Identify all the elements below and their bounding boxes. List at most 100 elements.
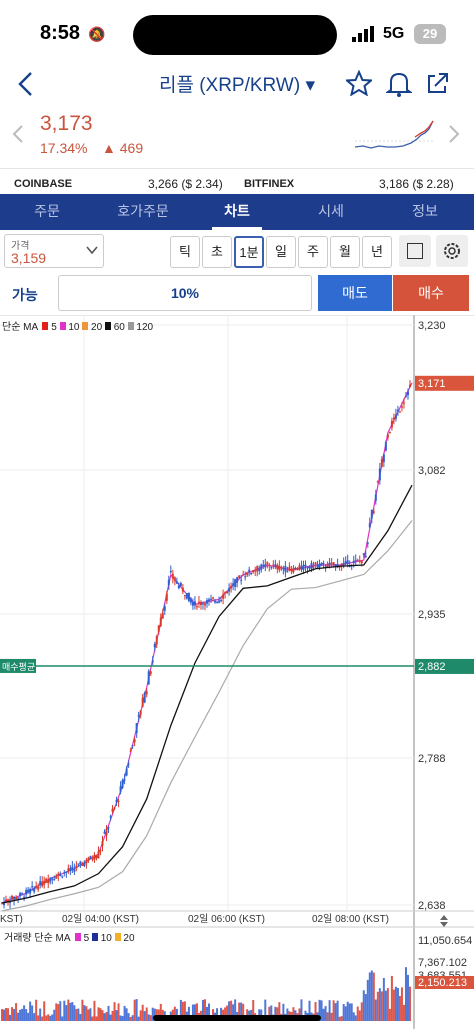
y-tick-label: 3,082 <box>418 465 446 477</box>
volume-bar <box>45 1015 48 1021</box>
square-icon <box>407 243 423 259</box>
candle-body <box>356 559 359 561</box>
ma-swatch-5 <box>42 322 49 330</box>
volume-bar <box>77 1008 80 1021</box>
volume-bar <box>57 1004 60 1021</box>
volume-bar <box>350 1003 353 1021</box>
volume-bar <box>101 1010 104 1021</box>
volume-bar <box>53 1009 56 1021</box>
current-price-label: 3,171 <box>418 378 446 390</box>
volume-bar <box>63 1000 66 1021</box>
sell-button[interactable]: 매도 <box>318 275 392 311</box>
settings-button[interactable] <box>436 235 468 267</box>
volume-bar <box>41 1016 44 1021</box>
percent-box[interactable]: 10% <box>58 275 312 311</box>
volume-bar <box>370 970 373 1021</box>
bell-icon[interactable] <box>384 70 414 103</box>
candle-body <box>354 559 357 561</box>
tab-market[interactable]: 시세 <box>306 194 356 230</box>
candle-body <box>133 739 136 743</box>
candle-body <box>408 384 411 388</box>
vol-swatch-20 <box>114 933 121 941</box>
tab-orderbook[interactable]: 호가주문 <box>108 194 178 230</box>
volume-bar <box>398 995 401 1021</box>
tab-info[interactable]: 정보 <box>400 194 450 230</box>
prev-icon[interactable] <box>12 124 24 149</box>
price-chart[interactable]: 3,230 3,082 2,935 2,788 2,638 KST) 02일 04:00 (… <box>0 314 474 1029</box>
bitfinex-value: 3,186 ($ 2.28) <box>379 177 454 191</box>
volume-bar <box>324 1006 327 1021</box>
candle-body <box>320 562 323 566</box>
candle-body <box>83 862 86 866</box>
interval-tick[interactable]: 틱 <box>170 236 200 268</box>
candle-body <box>47 879 50 884</box>
candle-body <box>398 411 401 413</box>
volume-bar <box>5 1008 8 1021</box>
candle-body <box>306 566 309 569</box>
ma-swatch-120 <box>127 322 134 330</box>
interval-second[interactable]: 초 <box>202 236 232 268</box>
tab-order[interactable]: 주문 <box>20 194 74 230</box>
candle-body <box>322 562 325 564</box>
tab-chart[interactable]: 차트 <box>212 194 262 230</box>
candle-body <box>159 617 162 626</box>
candle-body <box>55 876 58 879</box>
volume-bar <box>83 1005 86 1021</box>
candle-body <box>15 897 18 900</box>
candle-body <box>183 595 186 597</box>
next-icon[interactable] <box>448 124 460 149</box>
interval-1min[interactable]: 1분 <box>234 236 264 268</box>
candle-body <box>264 564 267 568</box>
candle-body <box>276 564 279 570</box>
coinbase-label: COINBASE <box>14 178 73 190</box>
volume-bar <box>107 1005 110 1021</box>
candle-body <box>224 592 227 594</box>
volume-bar <box>133 999 136 1021</box>
candle-body <box>109 816 112 818</box>
candle-body <box>344 561 347 564</box>
interval-day[interactable]: 일 <box>266 236 296 268</box>
candle-body <box>222 594 225 599</box>
candle-body <box>29 889 32 894</box>
candle-body <box>352 560 355 564</box>
interval-year[interactable]: 년 <box>362 236 392 268</box>
share-icon[interactable] <box>425 70 451 101</box>
volume-bar <box>131 1015 134 1021</box>
volume-bar <box>123 1005 126 1021</box>
volume-bar <box>404 967 407 1021</box>
scale-down-icon <box>440 922 448 927</box>
vol-legend-5: 5 <box>83 933 90 944</box>
available-toggle[interactable]: 가능 <box>12 285 38 305</box>
interval-week[interactable]: 주 <box>298 236 328 268</box>
fullscreen-button[interactable] <box>399 235 431 267</box>
candle-body <box>298 565 301 570</box>
candle-body <box>234 579 237 587</box>
candle-body <box>260 564 263 570</box>
volume-bar <box>9 1014 12 1021</box>
candle-body <box>372 511 375 513</box>
candle-body <box>236 577 239 583</box>
volume-bar <box>374 999 377 1021</box>
volume-bar <box>408 986 411 1021</box>
volume-bar <box>95 1016 98 1021</box>
volume-bar <box>328 1000 331 1021</box>
candle-body <box>75 865 78 869</box>
interval-month[interactable]: 월 <box>330 236 360 268</box>
volume-bar <box>392 989 395 1021</box>
buy-button[interactable]: 매수 <box>393 275 469 311</box>
candle-body <box>238 575 241 578</box>
candle-body <box>41 881 44 887</box>
volume-bar <box>394 986 397 1021</box>
candle-body <box>151 660 154 663</box>
home-indicator <box>153 1015 321 1021</box>
volume-bar <box>125 1008 128 1021</box>
price-select[interactable]: 가격 3,159 <box>4 234 104 268</box>
candle-body <box>163 606 166 611</box>
network-type: 5G <box>383 25 405 42</box>
ma-swatch-10 <box>59 322 66 330</box>
volume-bar <box>330 1012 333 1021</box>
bell-muted-icon: 🔕 <box>88 26 106 42</box>
star-icon[interactable] <box>344 69 374 101</box>
vol-legend-20: 20 <box>123 933 135 944</box>
chart-area[interactable]: 3,230 3,082 2,935 2,788 2,638 KST) 02일 04:00 (… <box>0 314 474 1029</box>
